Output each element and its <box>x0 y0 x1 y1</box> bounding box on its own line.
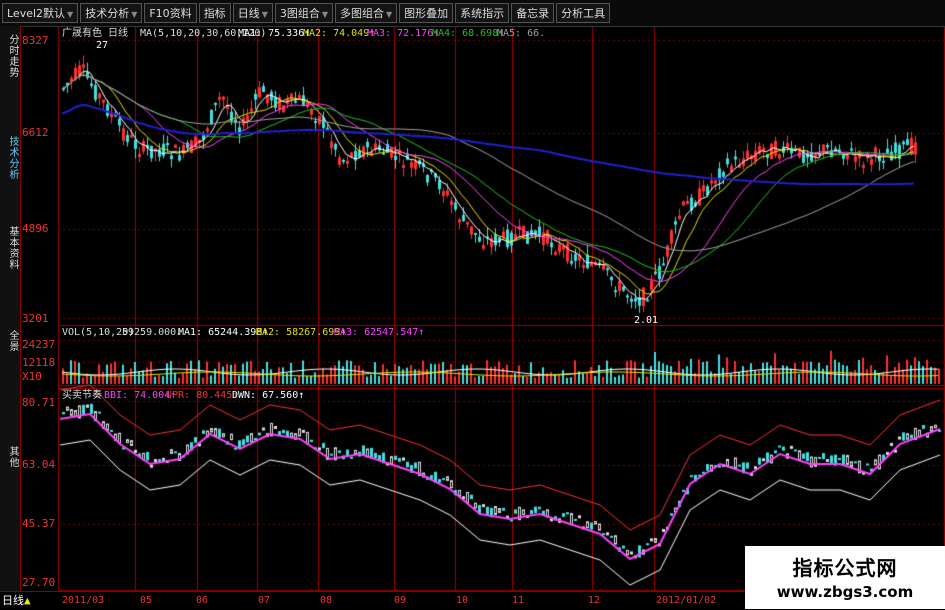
watermark-url: www.zbgs3.com <box>776 583 914 601</box>
vol-ma3: MA3: 62547.547↑ <box>334 327 425 338</box>
stock-chart-canvas[interactable] <box>0 0 945 609</box>
stock-title: 广晟有色 日线 <box>62 28 129 39</box>
price-axis-top: 8327 <box>22 34 49 47</box>
period-corner[interactable]: 日线▲ <box>2 595 31 607</box>
ind-axis-3: 45.37 <box>22 517 56 530</box>
toolbar-button[interactable]: Level2默认 ▼ <box>2 3 79 23</box>
side-tab-intraday[interactable]: 分时走势 <box>1 34 18 78</box>
price-axis-2: 6612 <box>22 126 49 139</box>
ma5-value: MA5: 66. <box>497 28 546 39</box>
high-marker: 27 <box>96 40 109 51</box>
toolbar-button[interactable]: 技术分析 ▼ <box>80 3 143 23</box>
price-axis-3: 4896 <box>22 222 49 235</box>
toolbar: Level2默认 ▼ 技术分析 ▼ F10资料 指标 日线 ▼ 3图组合 ▼ 多图组合 ▼ 图形叠加 系统… <box>0 0 945 27</box>
ind-axis-top: 80.71 <box>22 396 56 409</box>
ind-axis-2: 63.04 <box>22 458 56 471</box>
vol-value: 59259.000↓ <box>122 327 183 338</box>
dropdown-arrow-icon: ▼ <box>321 10 328 19</box>
side-tab-fundamentals[interactable]: 基本资料 <box>1 226 18 270</box>
low-marker: 2.01 <box>634 315 659 326</box>
time-label: 09 <box>394 595 407 606</box>
side-tabs: 分时走势 技术分析 基本资料 全景 其他 <box>0 26 21 591</box>
toolbar-button[interactable]: 图形叠加 <box>399 3 454 23</box>
dropdown-arrow-icon: ▼ <box>67 10 74 19</box>
vol-axis-unit: X10 <box>22 370 42 383</box>
ma1-value: MA1: 75.336↑ <box>238 28 311 39</box>
toolbar-button[interactable]: 指标 <box>198 3 231 23</box>
time-label: 06 <box>196 595 209 606</box>
time-label: 12 <box>588 595 601 606</box>
time-label: 11 <box>512 595 525 606</box>
ma2-value: MA2: 74.049↑ <box>303 28 376 39</box>
time-label: 05 <box>140 595 153 606</box>
ma3-value: MA3: 72.176↑ <box>367 28 440 39</box>
watermark-title: 指标公式网 <box>792 556 898 580</box>
toolbar-button[interactable]: 日线 ▼ <box>232 3 273 23</box>
dropdown-arrow-icon: ▼ <box>261 10 268 19</box>
toolbar-button[interactable]: F10资料 <box>144 3 197 23</box>
ma4-value: MA4: 68.698↑ <box>432 28 505 39</box>
vol-axis-mid: 12118 <box>22 356 56 369</box>
indicator-name: 买卖节奏 <box>62 390 102 401</box>
watermark: 指标公式网 www.zbgs3.com <box>745 546 945 609</box>
dwn-value: DWN: 67.560↑ <box>232 390 305 401</box>
toolbar-button[interactable]: 3图组合 ▼ <box>274 3 333 23</box>
toolbar-button[interactable]: 多图组合 ▼ <box>335 3 398 23</box>
price-axis-bottom: 3201 <box>22 312 49 325</box>
time-label: 2011/03 <box>62 595 105 606</box>
toolbar-button[interactable]: 分析工具 <box>556 3 611 23</box>
dropdown-arrow-icon: ▼ <box>131 10 138 19</box>
toolbar-button[interactable]: 系统指示 <box>455 3 510 23</box>
vol-ma2: MA2: 58267.699↑ <box>256 327 347 338</box>
dropdown-arrow-icon: ▼ <box>386 10 393 19</box>
toolbar-button[interactable]: 备忘录 <box>511 3 555 23</box>
vol-axis-top: 24237 <box>22 338 56 351</box>
side-tab-panorama[interactable]: 全景 <box>1 330 18 352</box>
time-label: 07 <box>258 595 271 606</box>
time-label: 08 <box>320 595 333 606</box>
time-label: 10 <box>456 595 469 606</box>
ind-axis-bottom: 27.70 <box>22 576 56 589</box>
vol-ma1: MA1: 65244.398↑ <box>178 327 269 338</box>
side-tab-other[interactable]: 其他 <box>1 446 18 468</box>
side-tab-technical[interactable]: 技术分析 <box>1 136 18 180</box>
upr-value: UPR: 80.445↑ <box>166 390 239 401</box>
time-label: 2012/01/02 <box>656 595 717 606</box>
